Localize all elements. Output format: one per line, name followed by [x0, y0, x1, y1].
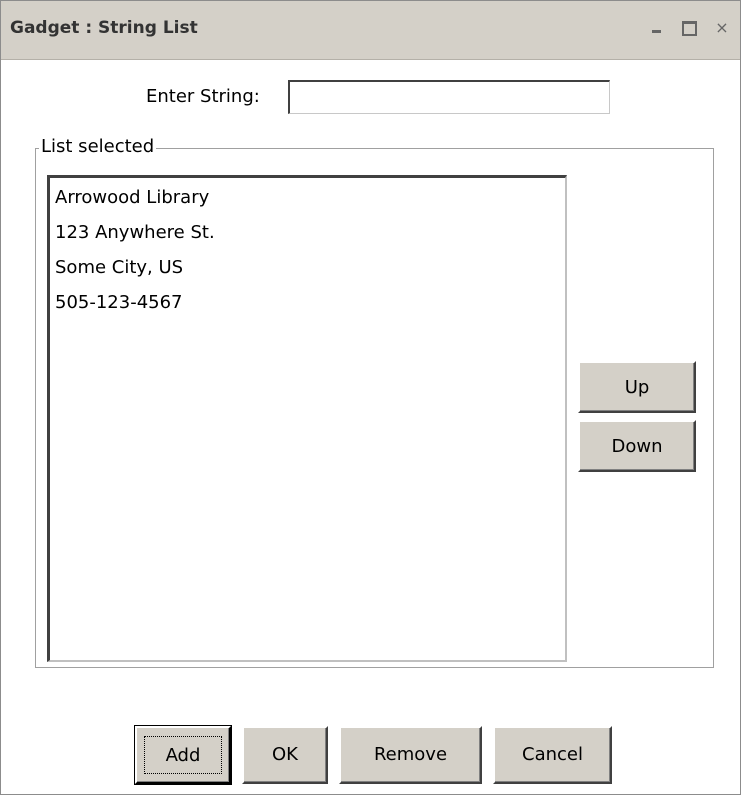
group-legend: List selected: [39, 136, 157, 157]
enter-string-input[interactable]: [288, 80, 610, 114]
list-item[interactable]: 123 Anywhere St.: [55, 222, 215, 243]
enter-string-label: Enter String:: [146, 86, 260, 107]
title-bar[interactable]: Gadget : String List ×: [1, 1, 740, 60]
window-title: Gadget : String List: [10, 18, 198, 38]
up-button[interactable]: Up: [578, 361, 696, 413]
cancel-button[interactable]: Cancel: [493, 726, 612, 784]
list-item[interactable]: 505-123-4567: [55, 292, 183, 313]
down-button[interactable]: Down: [578, 420, 696, 472]
add-button[interactable]: Add: [134, 725, 232, 785]
string-listbox[interactable]: Arrowood Library 123 Anywhere St. Some C…: [47, 175, 567, 662]
ok-button[interactable]: OK: [242, 726, 328, 784]
add-button-label: Add: [144, 736, 222, 774]
remove-button[interactable]: Remove: [339, 726, 482, 784]
close-icon[interactable]: ×: [711, 15, 733, 41]
minimize-icon[interactable]: [645, 15, 667, 41]
maximize-icon[interactable]: [678, 15, 700, 41]
list-item[interactable]: Arrowood Library: [55, 187, 209, 208]
list-item[interactable]: Some City, US: [55, 257, 183, 278]
